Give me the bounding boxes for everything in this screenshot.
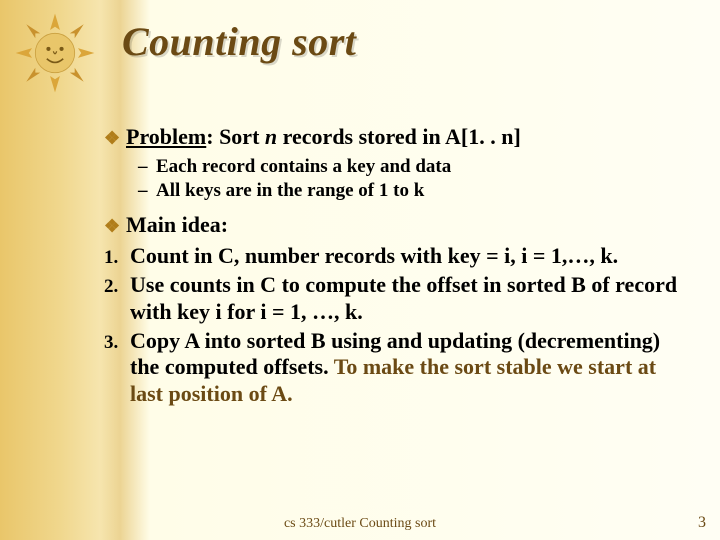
step-1-mid: , xyxy=(510,243,521,268)
step-1-num: 1. xyxy=(104,243,130,269)
sub-bullet-1-text: Each record contains a key and data xyxy=(156,155,451,179)
step-1-post: . xyxy=(613,243,619,268)
slide-footer: cs 333/cutler Counting sort xyxy=(0,516,720,532)
dash-marker: – xyxy=(138,155,156,179)
sub-bullet-2: – All keys are in the range of 1 to k xyxy=(138,179,684,203)
step-2: 2. Use counts in C to compute the offset… xyxy=(104,272,684,326)
bullet-marker: ❖ xyxy=(104,124,126,150)
step-1-pre: Count in C, number records with xyxy=(130,243,448,268)
slide-body: ❖ Problem: Sort n records stored in A[1.… xyxy=(104,124,684,408)
problem-label: Problem xyxy=(126,124,206,149)
problem-rest: : Sort n records stored in A[1. . n] xyxy=(206,124,521,149)
step-1: 1. Count in C, number records with key =… xyxy=(104,243,684,270)
step-1-em2: i = 1,…, k xyxy=(521,243,612,268)
bullet-problem: ❖ Problem: Sort n records stored in A[1.… xyxy=(104,124,684,151)
slide-title: Counting sort xyxy=(122,18,356,65)
main-idea-text: Main idea: xyxy=(126,212,684,239)
sub-bullet-1: – Each record contains a key and data xyxy=(138,155,684,179)
step-2-num: 2. xyxy=(104,272,130,298)
step-3: 3. Copy A into sorted B using and updati… xyxy=(104,328,684,408)
page-number: 3 xyxy=(698,514,706,532)
sub-bullet-2-text: All keys are in the range of 1 to k xyxy=(156,179,424,203)
bullet-marker: ❖ xyxy=(104,212,126,238)
step-2-text: Use counts in C to compute the offset in… xyxy=(130,272,684,326)
step-3-num: 3. xyxy=(104,328,130,354)
slide: Counting sort ❖ Problem: Sort n records … xyxy=(0,0,720,540)
bullet-problem-text: Problem: Sort n records stored in A[1. .… xyxy=(126,124,684,151)
sun-icon xyxy=(14,12,96,94)
dash-marker: – xyxy=(138,179,156,203)
step-1-em1: key = i xyxy=(448,243,511,268)
step-1-text: Count in C, number records with key = i,… xyxy=(130,243,684,270)
step-3-text: Copy A into sorted B using and updating … xyxy=(130,328,684,408)
bullet-main-idea: ❖ Main idea: xyxy=(104,212,684,239)
